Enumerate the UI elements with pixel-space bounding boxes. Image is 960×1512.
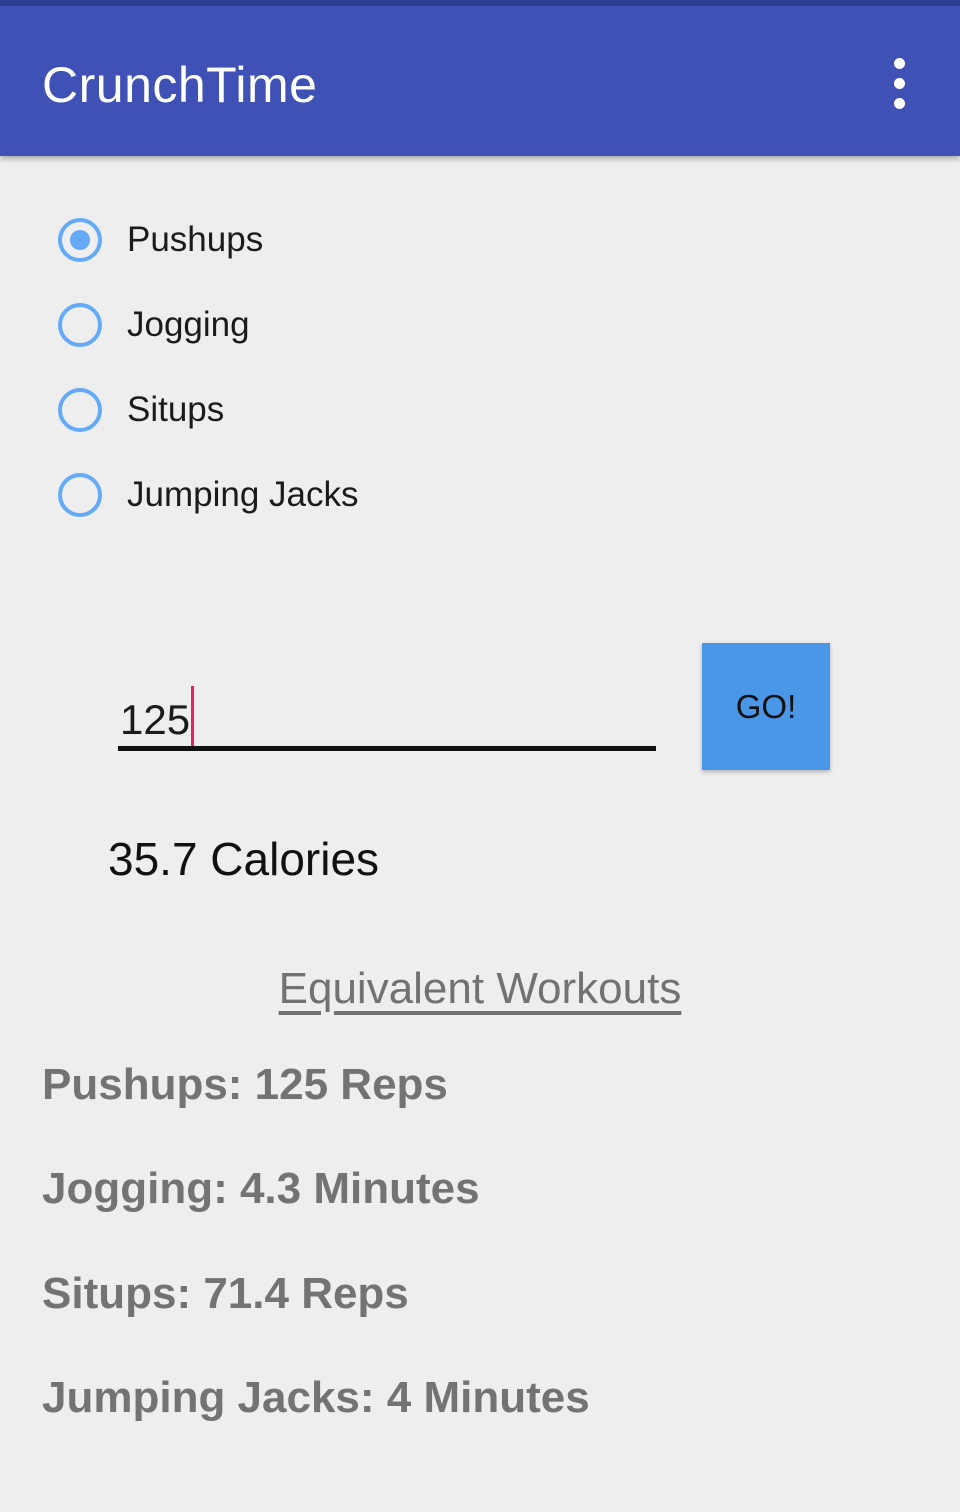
equivalent-workouts-heading: Equivalent Workouts <box>278 964 682 1013</box>
calories-result: 35.7 Calories <box>108 833 380 885</box>
menu-dot <box>894 58 905 69</box>
result-pushups: Pushups: 125 Reps <box>42 1060 448 1109</box>
reps-input-value[interactable]: 125 <box>120 686 195 750</box>
radio-label: Pushups <box>127 220 264 259</box>
app-title: CrunchTime <box>42 57 318 113</box>
radio-option-situps[interactable]: Situps <box>55 383 535 443</box>
text-cursor <box>191 686 195 750</box>
radio-label: Situps <box>127 390 225 429</box>
radio-selected-dot <box>70 230 90 250</box>
result-jogging: Jogging: 4.3 Minutes <box>42 1164 480 1213</box>
menu-dot <box>894 98 905 109</box>
radio-option-pushups[interactable]: Pushups <box>55 213 535 273</box>
radio-button[interactable] <box>58 218 102 262</box>
radio-label: Jumping Jacks <box>127 475 359 514</box>
menu-dot <box>894 78 905 89</box>
result-situps: Situps: 71.4 Reps <box>42 1269 409 1318</box>
radio-button[interactable] <box>58 303 102 347</box>
more-vert-icon[interactable] <box>878 52 922 114</box>
app-bar: CrunchTime <box>0 6 960 156</box>
reps-input-text: 125 <box>120 696 191 743</box>
radio-option-jumping-jacks[interactable]: Jumping Jacks <box>55 468 535 528</box>
go-button[interactable]: GO! <box>702 643 830 770</box>
radio-button[interactable] <box>58 388 102 432</box>
input-underline <box>118 746 656 751</box>
radio-button[interactable] <box>58 473 102 517</box>
radio-label: Jogging <box>127 305 250 344</box>
reps-input[interactable]: 125 <box>118 670 656 752</box>
radio-option-jogging[interactable]: Jogging <box>55 298 535 358</box>
result-jumping-jacks: Jumping Jacks: 4 Minutes <box>42 1373 590 1422</box>
